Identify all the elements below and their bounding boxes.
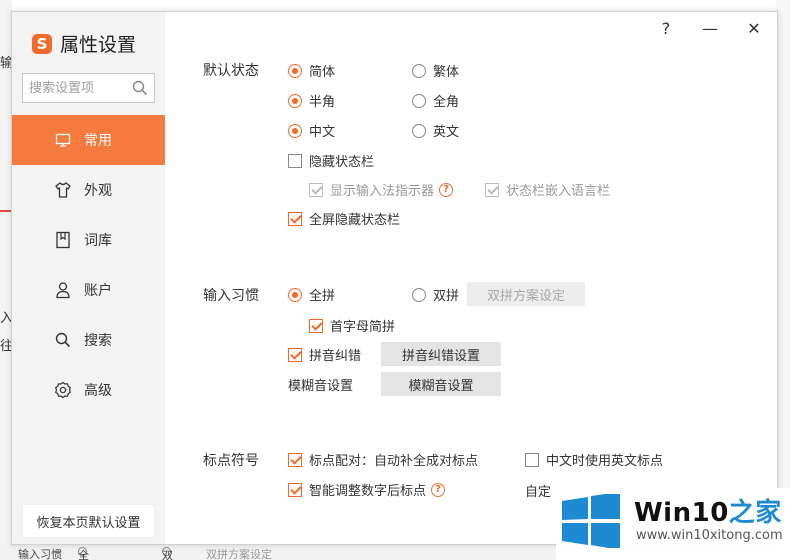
section-label-default-state: 默认状态 bbox=[203, 63, 259, 79]
radio-checked-icon bbox=[288, 63, 302, 78]
radio-shuangpin[interactable]: 双拼 bbox=[412, 285, 459, 304]
checkbox-english-punct[interactable]: 中文时使用英文标点 bbox=[525, 450, 663, 469]
sidebar-item-label: 高级 bbox=[84, 383, 112, 399]
checkbox-checked-icon bbox=[288, 482, 302, 497]
radio-traditional[interactable]: 繁体 bbox=[412, 61, 459, 80]
option-label: 中文 bbox=[309, 125, 336, 140]
option-label: 简体 bbox=[309, 65, 336, 80]
section-label-input-habit: 输入习惯 bbox=[203, 288, 259, 304]
option-label: 半角 bbox=[309, 95, 336, 110]
option-label: 中文时使用英文标点 bbox=[546, 454, 664, 469]
option-label: 首字母简拼 bbox=[330, 320, 396, 335]
checkbox-checked-icon bbox=[288, 211, 302, 226]
background-window-right bbox=[776, 0, 790, 560]
radio-unchecked-icon bbox=[412, 287, 426, 302]
option-label: 标点配对：自动补全成对标点 bbox=[309, 454, 479, 469]
sidebar-item-search[interactable]: 搜索 bbox=[12, 315, 165, 365]
option-label: 智能调整数字后标点 bbox=[309, 484, 427, 499]
sidebar-item-label: 词库 bbox=[84, 233, 112, 249]
radio-checked-icon bbox=[288, 123, 302, 138]
radio-half-width[interactable]: 半角 bbox=[288, 91, 335, 110]
checkbox-embed-langbar[interactable]: 状态栏嵌入语言栏 bbox=[485, 180, 610, 199]
radio-checked-icon bbox=[288, 93, 302, 108]
radio-chinese[interactable]: 中文 bbox=[288, 121, 335, 140]
option-label: 繁体 bbox=[433, 65, 460, 80]
settings-content: 默认状态 简体 繁体 半角 全角 中文 英文 隐藏状态栏 显示输入法指示器? 状… bbox=[165, 12, 777, 544]
help-circle-icon[interactable]: ? bbox=[439, 182, 454, 197]
dialog-title: 属性设置 bbox=[60, 34, 137, 56]
checkbox-hide-statusbar[interactable]: 隐藏状态栏 bbox=[288, 151, 374, 170]
checkbox-show-indicator[interactable]: 显示输入法指示器? bbox=[309, 180, 454, 199]
fuzzy-sound-label: 模糊音设置 bbox=[288, 379, 354, 394]
checkbox-checked-icon bbox=[288, 452, 302, 467]
user-icon bbox=[54, 281, 72, 299]
app-header: S 属性设置 bbox=[32, 30, 136, 57]
sidebar-item-common[interactable]: 常用 bbox=[12, 115, 165, 165]
watermark-title: Win10之家 bbox=[634, 498, 782, 528]
sogou-logo-icon: S bbox=[32, 33, 52, 54]
radio-quanpin[interactable]: 全拼 bbox=[288, 285, 335, 304]
radio-full-width[interactable]: 全角 bbox=[412, 91, 459, 110]
radio-english[interactable]: 英文 bbox=[412, 121, 459, 140]
checkbox-unchecked-icon bbox=[288, 153, 302, 168]
sidebar-item-account[interactable]: 账户 bbox=[12, 265, 165, 315]
watermark: Win10之家 www.win10xitong.com bbox=[556, 488, 790, 560]
checkbox-checked-icon bbox=[288, 347, 302, 362]
checkbox-initial-abbrev[interactable]: 首字母简拼 bbox=[309, 316, 395, 335]
settings-search bbox=[22, 73, 155, 103]
sidebar-item-label: 常用 bbox=[84, 133, 112, 149]
checkbox-disabled-checked-icon bbox=[309, 182, 323, 197]
sidebar-item-dictionary[interactable]: 词库 bbox=[12, 215, 165, 265]
restore-defaults-button[interactable]: 恢复本页默认设置 bbox=[22, 504, 155, 538]
sidebar-item-advanced[interactable]: 高级 bbox=[12, 365, 165, 415]
option-label: 全角 bbox=[433, 95, 460, 110]
checkbox-auto-pair-punct[interactable]: 标点配对：自动补全成对标点 bbox=[288, 450, 478, 469]
checkbox-disabled-checked-icon bbox=[485, 182, 499, 197]
gear-icon bbox=[54, 381, 72, 399]
sidebar-item-appearance[interactable]: 外观 bbox=[12, 165, 165, 215]
monitor-icon bbox=[54, 131, 72, 149]
custom-punct-label: 自定 bbox=[525, 485, 552, 500]
radio-checked-icon bbox=[288, 287, 302, 302]
sidebar-item-label: 账户 bbox=[84, 283, 112, 299]
fuzzy-sound-button[interactable]: 模糊音设置 bbox=[381, 372, 501, 396]
checkbox-unchecked-icon bbox=[525, 452, 539, 467]
windows-logo-icon bbox=[562, 494, 620, 548]
option-label: 拼音纠错 bbox=[309, 349, 362, 364]
search-icon bbox=[54, 331, 72, 349]
radio-unchecked-icon bbox=[412, 93, 426, 108]
background-bottom-button: 双拼方案设定 bbox=[206, 548, 272, 560]
section-label-punctuation: 标点符号 bbox=[203, 453, 259, 469]
search-input[interactable] bbox=[23, 74, 123, 102]
shuangpin-settings-button[interactable]: 双拼方案设定 bbox=[467, 282, 585, 306]
shirt-icon bbox=[54, 181, 72, 199]
radio-unchecked-icon bbox=[412, 123, 426, 138]
option-label: 全拼 bbox=[309, 289, 336, 304]
sidebar: S 属性设置 常用 外观 bbox=[12, 12, 165, 544]
radio-simplified[interactable]: 简体 bbox=[288, 61, 335, 80]
checkbox-fullscreen-hide[interactable]: 全屏隐藏状态栏 bbox=[288, 209, 400, 228]
sidebar-nav: 常用 外观 词库 账户 搜索 高级 bbox=[12, 115, 165, 415]
checkbox-smart-adjust[interactable]: 智能调整数字后标点? bbox=[288, 480, 446, 499]
book-icon bbox=[54, 231, 72, 249]
option-label: 英文 bbox=[433, 125, 460, 140]
option-label: 显示输入法指示器 bbox=[330, 184, 435, 199]
help-circle-icon[interactable]: ? bbox=[431, 482, 446, 497]
checkbox-checked-icon bbox=[309, 318, 323, 333]
pinyin-correction-settings-button[interactable]: 拼音纠错设置 bbox=[381, 342, 501, 366]
sidebar-item-label: 外观 bbox=[84, 183, 112, 199]
sidebar-item-label: 搜索 bbox=[84, 333, 112, 349]
checkbox-pinyin-correction[interactable]: 拼音纠错 bbox=[288, 345, 361, 364]
settings-dialog: S 属性设置 常用 外观 bbox=[11, 11, 778, 545]
option-label: 隐藏状态栏 bbox=[309, 155, 375, 170]
radio-unchecked-icon bbox=[412, 63, 426, 78]
option-label: 双拼 bbox=[433, 289, 460, 304]
option-label: 状态栏嵌入语言栏 bbox=[506, 184, 611, 199]
watermark-url: www.win10xitong.com bbox=[636, 528, 783, 543]
option-label: 全屏隐藏状态栏 bbox=[309, 213, 401, 228]
background-bottom-label: 输入习惯 bbox=[18, 548, 62, 560]
search-icon[interactable] bbox=[132, 80, 148, 100]
